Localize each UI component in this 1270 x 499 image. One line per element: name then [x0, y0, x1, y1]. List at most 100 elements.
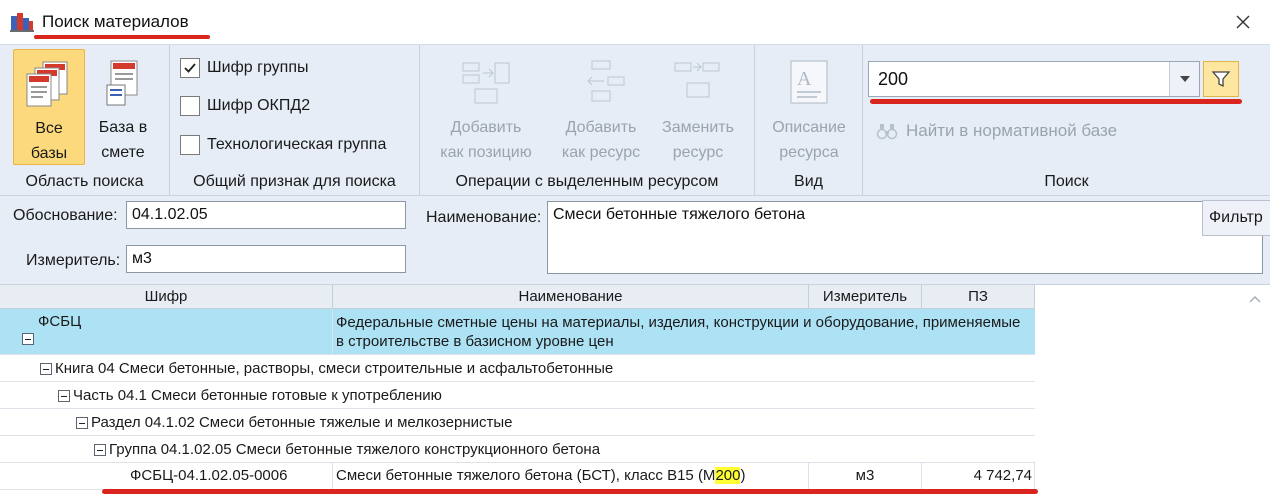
column-header-name[interactable]: Наименование	[333, 285, 809, 309]
row-label: Группа 04.1.02.05 Смеси бетонные тяжелог…	[94, 441, 600, 458]
row-name: Федеральные сметные цены на материалы, и…	[336, 314, 1021, 350]
add-position-icon	[462, 62, 510, 104]
row-label: Раздел 04.1.02 Смеси бетонные тяжелые и …	[76, 414, 513, 431]
name-field[interactable]: Смеси бетонные тяжелого бетона	[547, 201, 1263, 274]
item-code: ФСБЦ-04.1.02.05-0006	[130, 467, 288, 484]
filter-icon	[1211, 71, 1231, 88]
tree-row-section[interactable]: Раздел 04.1.02 Смеси бетонные тяжелые и …	[0, 409, 1035, 436]
row-code-cell: ФСБЦ	[0, 309, 333, 354]
row-label: Книга 04 Смеси бетонные, растворы, смеси…	[40, 360, 613, 377]
item-name-cell: Смеси бетонные тяжелого бетона (БСТ), кл…	[333, 463, 809, 489]
document-icon: A	[790, 60, 828, 104]
title-annotation-underline	[34, 35, 210, 39]
all-bases-button[interactable]: Все базы	[13, 49, 85, 165]
item-price: 4 742,74	[922, 463, 1035, 489]
replace-resource-icon	[674, 62, 720, 98]
search-annotation-underline	[870, 99, 1242, 104]
group-resource-ops: Добавить как позицию Добавить как ресурс З…	[420, 45, 755, 197]
checkbox-label: Шифр ОКПД2	[207, 97, 311, 114]
all-bases-icon	[26, 61, 68, 107]
row-text: Книга 04 Смеси бетонные, растворы, смеси…	[55, 360, 614, 377]
row-label: Часть 04.1 Смеси бетонные готовые к упот…	[58, 387, 442, 404]
row-text: Раздел 04.1.02 Смеси бетонные тяжелые и …	[91, 414, 513, 431]
add-position-line1: Добавить	[450, 119, 522, 136]
dropdown-button[interactable]	[1169, 62, 1199, 96]
basis-label: Обоснование:	[13, 207, 118, 224]
search-input[interactable]	[869, 62, 1169, 96]
checkbox-box[interactable]	[180, 58, 200, 78]
checkmark-icon	[184, 63, 196, 73]
svg-text:A: A	[797, 68, 812, 90]
search-combobox[interactable]	[868, 61, 1200, 97]
unit-field[interactable]: м3	[126, 245, 406, 273]
add-resource-line1: Добавить	[565, 119, 637, 136]
tree-row-part[interactable]: Часть 04.1 Смеси бетонные готовые к упот…	[0, 382, 1035, 409]
group-caption-view: Вид	[794, 173, 823, 190]
column-header-price[interactable]: ПЗ	[922, 285, 1035, 309]
item-name-text: Смеси бетонные тяжелого бетона (БСТ), кл…	[336, 467, 716, 484]
filter-tooltip: Фильтр	[1202, 200, 1270, 236]
base-in-estimate-icon	[106, 60, 138, 106]
tree-row-group[interactable]: Группа 04.1.02.05 Смеси бетонные тяжелог…	[0, 436, 1035, 463]
filter-button[interactable]	[1203, 61, 1239, 97]
scroll-up-icon[interactable]	[1240, 287, 1270, 311]
row-text: Часть 04.1 Смеси бетонные готовые к упот…	[73, 387, 442, 404]
collapse-icon[interactable]	[58, 390, 70, 403]
checkbox-tech-group[interactable]: Технологическая группа	[180, 133, 386, 157]
base-in-estimate-line2: смете	[101, 144, 145, 161]
basis-field[interactable]: 04.1.02.05	[126, 201, 406, 229]
column-header-unit[interactable]: Измеритель	[809, 285, 922, 309]
base-in-estimate-button[interactable]: База в смете	[90, 49, 156, 165]
checkbox-okpd2[interactable]: Шифр ОКПД2	[180, 94, 310, 118]
all-bases-line2: базы	[30, 145, 68, 162]
find-in-norm-button[interactable]: Найти в нормативной базе	[876, 121, 1117, 141]
column-header-code[interactable]: Шифр	[0, 285, 333, 309]
ribbon: Все базы База в смете Область поиска Шифр …	[0, 44, 1270, 197]
group-common-attribute: Шифр группы Шифр ОКПД2 Технологическая г…	[170, 45, 420, 197]
group-caption-common: Общий признак для поиска	[193, 173, 396, 190]
group-caption-ops: Операции с выделенным ресурсом	[455, 173, 719, 190]
checkbox-label: Технологическая группа	[207, 136, 387, 153]
group-view: A Описание ресурса Вид	[755, 45, 863, 197]
vertical-scrollbar[interactable]	[1240, 285, 1270, 499]
replace-resource-button[interactable]: Заменить ресурс	[656, 49, 740, 165]
collapse-icon[interactable]	[40, 363, 52, 376]
add-as-resource-button[interactable]: Добавить как ресурс	[550, 49, 652, 165]
row-text: Группа 04.1.02.05 Смеси бетонные тяжелог…	[109, 441, 601, 458]
window-title: Поиск материалов	[42, 12, 189, 31]
replace-resource-line2: ресурс	[672, 144, 724, 161]
item-annotation-underline	[102, 489, 1038, 494]
title-bar: Поиск материалов	[0, 0, 1270, 44]
name-label: Наименование:	[426, 209, 542, 226]
checkbox-box[interactable]	[180, 135, 200, 155]
details-form: Обоснование: 04.1.02.05 Измеритель: м3 Н…	[0, 196, 1270, 284]
search-match-highlight: 200	[715, 467, 741, 484]
describe-resource-line2: ресурса	[779, 144, 839, 161]
checkbox-group-code[interactable]: Шифр группы	[180, 56, 309, 80]
item-code-cell: ФСБЦ-04.1.02.05-0006	[0, 463, 333, 489]
add-position-line2: как позицию	[440, 144, 532, 161]
binoculars-icon	[876, 124, 898, 140]
item-unit: м3	[809, 463, 922, 489]
collapse-icon[interactable]	[22, 333, 34, 345]
item-name-tail: )	[740, 467, 746, 484]
base-in-estimate-line1: База в	[98, 119, 148, 136]
checkbox-box[interactable]	[180, 96, 200, 116]
checkbox-label: Шифр группы	[207, 59, 309, 76]
app-icon	[10, 13, 34, 32]
close-button[interactable]	[1228, 8, 1258, 36]
collapse-icon[interactable]	[94, 444, 106, 457]
tree-row-book[interactable]: Книга 04 Смеси бетонные, растворы, смеси…	[0, 355, 1035, 382]
collapse-icon[interactable]	[76, 417, 88, 430]
group-caption-search: Поиск	[1044, 173, 1089, 190]
close-icon	[1236, 15, 1250, 29]
resource-description-button[interactable]: A Описание ресурса	[761, 49, 857, 165]
tree-row-fsbc[interactable]: ФСБЦ Федеральные сметные цены на материа…	[0, 309, 1035, 355]
group-caption-area: Область поиска	[25, 173, 144, 190]
replace-resource-line1: Заменить	[662, 119, 734, 136]
all-bases-line1: Все	[35, 120, 63, 137]
add-resource-line2: как ресурс	[561, 144, 641, 161]
add-as-position-button[interactable]: Добавить как позицию	[430, 49, 542, 165]
materials-grid: Шифр Наименование Измеритель ПЗ ФСБЦ Фед…	[0, 284, 1270, 499]
table-row-item[interactable]: ФСБЦ-04.1.02.05-0006 Смеси бетонные тяже…	[0, 463, 1035, 490]
